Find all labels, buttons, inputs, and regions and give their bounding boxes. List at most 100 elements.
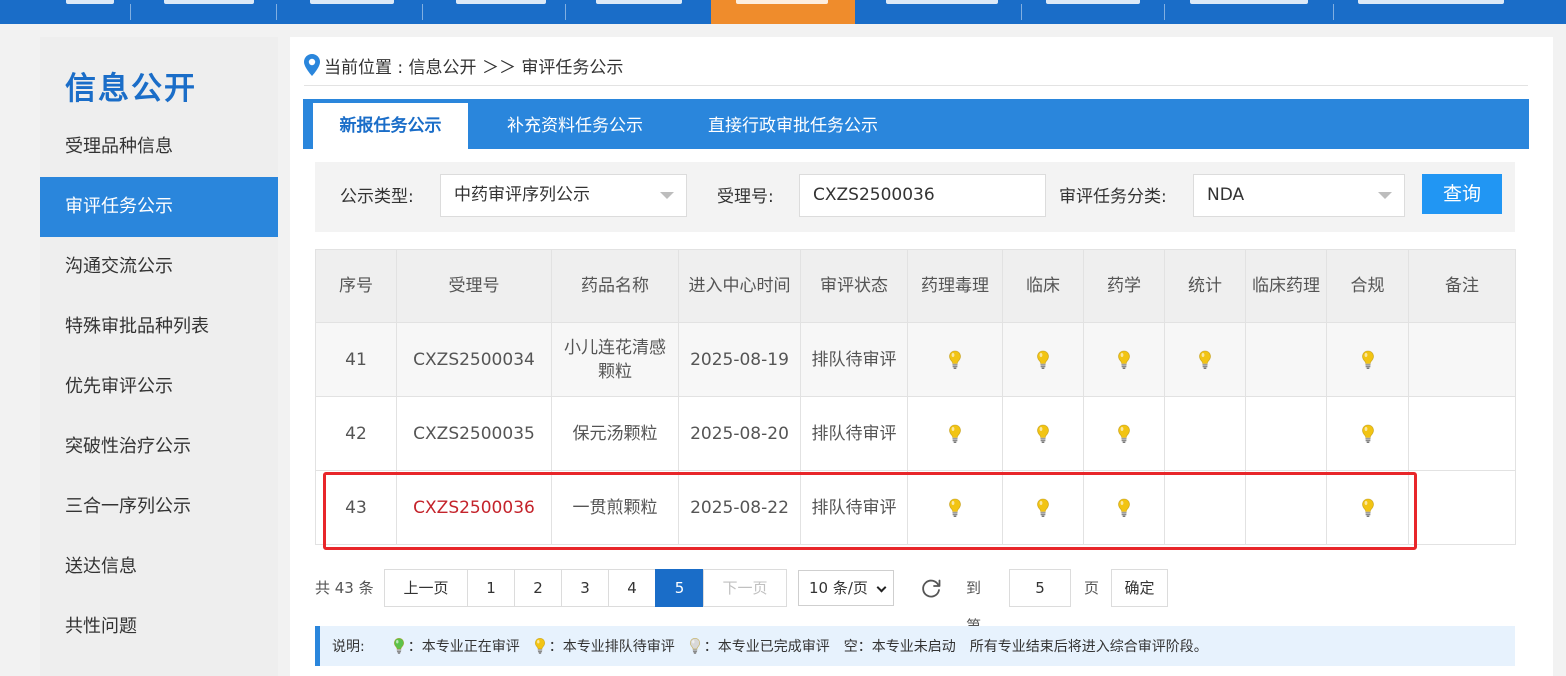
legend-in-review-text: ：本专业正在审评: [407, 639, 520, 655]
table-row: 41 CXZS2500034 小儿连花清感颗粒 2025-08-19 排队待审评: [315, 322, 1516, 397]
confirm-goto-button[interactable]: 确定: [1111, 569, 1168, 607]
tab-new-tasks[interactable]: 新报任务公示: [313, 103, 468, 149]
page-button-1[interactable]: 1: [467, 569, 515, 607]
type-select[interactable]: 中药审评序列公示: [440, 174, 687, 217]
total-count: 共 43 条: [315, 579, 374, 597]
legend-queued-text: ：本专业排队待审评: [548, 639, 675, 655]
bulb-yellow-icon: [534, 637, 545, 654]
sidebar: 信息公开 受理品种信息 审评任务公示 沟通交流公示 特殊审批品种列表 优先审评公…: [40, 37, 278, 676]
sidebar-item-three-in-one[interactable]: 三合一序列公示: [40, 477, 278, 537]
cell-pharm-tox: [907, 396, 1003, 471]
sidebar-item-communication[interactable]: 沟通交流公示: [40, 237, 278, 297]
cell-remarks: [1408, 470, 1516, 545]
cell-acceptance: CXZS2500034: [396, 322, 552, 397]
col-header-remarks: 备注: [1408, 249, 1516, 323]
cell-clinical: [1002, 322, 1084, 397]
page-button-3[interactable]: 3: [561, 569, 609, 607]
cell-no: 41: [315, 322, 397, 397]
bulb-grey-icon: [689, 637, 700, 654]
cell-remarks: [1408, 396, 1516, 471]
nav-text-stub: [1358, 0, 1504, 4]
cell-clin-pharm: [1245, 396, 1327, 471]
cell-compliance: [1326, 322, 1409, 397]
bulb-queued-icon: [1037, 350, 1049, 369]
sidebar-item-acceptance-info[interactable]: 受理品种信息: [40, 117, 278, 177]
chevron-down-icon: [660, 192, 674, 199]
bulb-queued-icon: [1361, 424, 1374, 443]
cell-acceptance: CXZS2500035: [396, 396, 552, 471]
nav-text-stub: [456, 0, 546, 4]
cell-clinical: [1002, 396, 1084, 471]
top-nav: [0, 0, 1566, 24]
col-header-compliance: 合规: [1326, 249, 1409, 323]
col-header-clinical: 临床: [1002, 249, 1084, 323]
query-button[interactable]: 查询: [1422, 174, 1502, 214]
nav-text-stub: [310, 0, 394, 4]
acceptance-label: 受理号:: [717, 187, 774, 207]
legend-note: 所有专业结束后将进入综合审评阶段。: [969, 639, 1208, 655]
next-page-button[interactable]: 下一页: [703, 569, 787, 607]
sidebar-item-special-approval[interactable]: 特殊审批品种列表: [40, 297, 278, 357]
col-header-drug: 药品名称: [551, 249, 679, 323]
cell-compliance: [1326, 396, 1409, 471]
acceptance-input[interactable]: CXZS2500036: [799, 174, 1046, 217]
page-button-4[interactable]: 4: [608, 569, 656, 607]
chevron-down-icon: [876, 582, 887, 593]
sidebar-item-priority-review[interactable]: 优先审评公示: [40, 357, 278, 417]
nav-text-stub: [1046, 0, 1140, 4]
legend: 说明: ：本专业正在审评 ：本专业排队待审评 ：本专业已完成审评 空：本专业未启…: [315, 626, 1515, 666]
page-size-value: 10 条/页: [809, 579, 868, 597]
col-header-status: 审评状态: [800, 249, 908, 323]
cell-pharmacy: [1083, 396, 1165, 471]
cell-status: 排队待审评: [800, 322, 908, 397]
goto-page-input[interactable]: 5: [1009, 569, 1071, 607]
tab-supplementary-tasks[interactable]: 补充资料任务公示: [485, 103, 665, 149]
nav-text-stub: [736, 0, 828, 4]
bulb-queued-icon: [1361, 350, 1374, 369]
bulb-queued-icon: [1118, 350, 1130, 369]
cell-clin-pharm: [1245, 322, 1327, 397]
sidebar-item-delivery-info[interactable]: 送达信息: [40, 537, 278, 597]
legend-empty-text: 空：本专业未启动: [843, 639, 956, 655]
category-select[interactable]: NDA: [1193, 174, 1405, 217]
legend-in-review: ：本专业正在审评: [393, 636, 520, 656]
prev-page-button[interactable]: 上一页: [384, 569, 468, 607]
bulb-queued-icon: [1199, 350, 1211, 369]
sidebar-item-review-tasks[interactable]: 审评任务公示: [40, 177, 278, 237]
highlight-annotation-box: [323, 472, 1417, 550]
nav-text-stub: [886, 0, 998, 4]
category-label: 审评任务分类:: [1059, 187, 1167, 207]
bulb-green-icon: [393, 637, 404, 654]
nav-text-stub: [1190, 0, 1308, 4]
table-row: 42 CXZS2500035 保元汤颗粒 2025-08-20 排队待审评: [315, 396, 1516, 471]
legend-done: ：本专业已完成审评: [689, 636, 830, 656]
legend-queued: ：本专业排队待审评: [534, 636, 675, 656]
category-select-value: NDA: [1207, 185, 1245, 205]
type-label: 公示类型:: [340, 187, 414, 207]
tab-direct-approval-tasks[interactable]: 直接行政审批任务公示: [688, 103, 898, 149]
cell-date: 2025-08-19: [678, 322, 801, 397]
bulb-queued-icon: [949, 424, 961, 443]
col-header-no: 序号: [315, 249, 397, 323]
page-button-2[interactable]: 2: [514, 569, 562, 607]
col-header-statistics: 统计: [1164, 249, 1246, 323]
cell-remarks: [1408, 322, 1516, 397]
tab-bar: 新报任务公示 补充资料任务公示 直接行政审批任务公示: [303, 99, 1529, 149]
col-header-pharmacy: 药学: [1083, 249, 1165, 323]
page-unit-label: 页: [1084, 579, 1100, 597]
table-header-row: 序号 受理号 药品名称 进入中心时间 审评状态 药理毒理 临床 药学 统计 临床…: [315, 249, 1516, 323]
sidebar-title: 信息公开: [65, 71, 197, 107]
bulb-queued-icon: [1118, 424, 1130, 443]
bulb-queued-icon: [949, 350, 961, 369]
cell-statistics: [1164, 396, 1246, 471]
refresh-icon[interactable]: [920, 577, 942, 599]
sidebar-item-common-issues[interactable]: 共性问题: [40, 597, 278, 657]
page-size-select[interactable]: 10 条/页: [798, 570, 894, 606]
nav-text-stub: [596, 0, 682, 4]
sidebar-item-breakthrough[interactable]: 突破性治疗公示: [40, 417, 278, 477]
col-header-acceptance: 受理号: [396, 249, 552, 323]
page-button-5[interactable]: 5: [655, 569, 704, 607]
col-header-clin-pharm: 临床药理: [1245, 249, 1327, 323]
legend-title: 说明:: [332, 639, 365, 655]
cell-no: 42: [315, 396, 397, 471]
